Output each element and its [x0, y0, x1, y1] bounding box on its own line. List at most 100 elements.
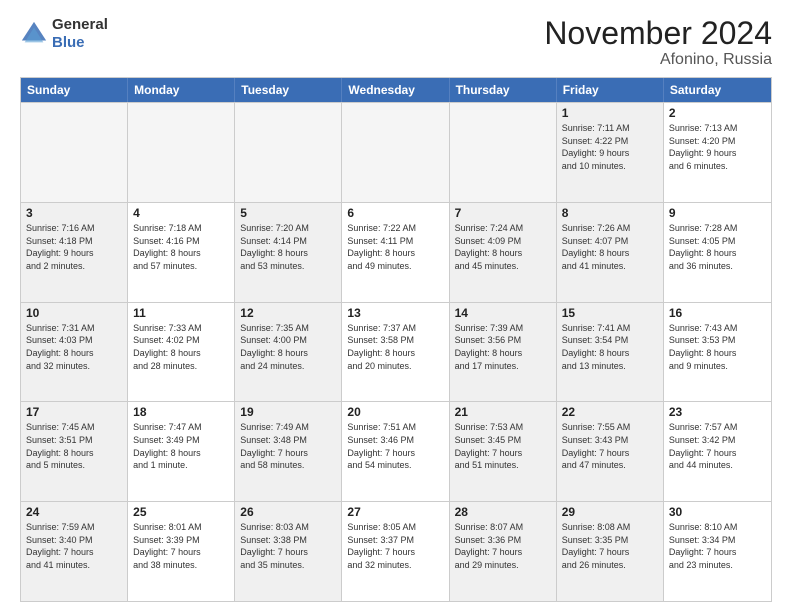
calendar-cell: 23 Sunrise: 7:57 AM Sunset: 3:42 PM Dayli…: [664, 402, 771, 501]
calendar-cell: [21, 103, 128, 202]
calendar-cell: 15Sunrise: 7:41 AM Sunset: 3:54 PM Dayli…: [557, 303, 664, 402]
day-number: 13: [347, 306, 443, 320]
calendar-cell: 28 Sunrise: 8:07 AM Sunset: 3:36 PM Dayli…: [450, 502, 557, 601]
calendar-header-cell: Saturday: [664, 78, 771, 102]
day-number: 4: [133, 206, 229, 220]
cell-info: Sunrise: 7:33 AM Sunset: 4:02 PM Dayligh…: [133, 322, 229, 372]
cell-info: Sunrise: 7:24 AM Sunset: 4:09 PM Dayligh…: [455, 222, 551, 272]
calendar-header-cell: Monday: [128, 78, 235, 102]
calendar-row: 3 Sunrise: 7:16 AM Sunset: 4:18 PM Daylig…: [21, 202, 771, 302]
calendar-header-cell: Wednesday: [342, 78, 449, 102]
header: General Blue November 2024 Afonino, Russ…: [20, 16, 772, 69]
calendar-cell: 5 Sunrise: 7:20 AM Sunset: 4:14 PM Daylig…: [235, 203, 342, 302]
cell-info: Sunrise: 8:08 AM Sunset: 3:35 PM Dayligh…: [562, 521, 658, 571]
day-number: 20: [347, 405, 443, 419]
day-number: 25: [133, 505, 229, 519]
cell-info: Sunrise: 7:49 AM Sunset: 3:48 PM Dayligh…: [240, 421, 336, 471]
calendar-cell: [235, 103, 342, 202]
calendar-row: 1 Sunrise: 7:11 AM Sunset: 4:22 PM Daylig…: [21, 102, 771, 202]
calendar-header: SundayMondayTuesdayWednesdayThursdayFrid…: [21, 78, 771, 102]
calendar-cell: [342, 103, 449, 202]
cell-info: Sunrise: 7:18 AM Sunset: 4:16 PM Dayligh…: [133, 222, 229, 272]
day-number: 6: [347, 206, 443, 220]
calendar-cell: 17 Sunrise: 7:45 AM Sunset: 3:51 PM Dayli…: [21, 402, 128, 501]
cell-info: Sunrise: 8:07 AM Sunset: 3:36 PM Dayligh…: [455, 521, 551, 571]
subtitle: Afonino, Russia: [544, 51, 772, 69]
calendar-cell: 24 Sunrise: 7:59 AM Sunset: 3:40 PM Dayli…: [21, 502, 128, 601]
cell-info: Sunrise: 8:01 AM Sunset: 3:39 PM Dayligh…: [133, 521, 229, 571]
main-title: November 2024: [544, 16, 772, 51]
calendar-row: 10 Sunrise: 7:31 AM Sunset: 4:03 PM Dayli…: [21, 302, 771, 402]
day-number: 9: [669, 206, 766, 220]
calendar-cell: [450, 103, 557, 202]
calendar-cell: 1 Sunrise: 7:11 AM Sunset: 4:22 PM Daylig…: [557, 103, 664, 202]
cell-info: Sunrise: 7:35 AM Sunset: 4:00 PM Dayligh…: [240, 322, 336, 372]
day-number: 2: [669, 106, 766, 120]
calendar-cell: 2Sunrise: 7:13 AM Sunset: 4:20 PM Daylig…: [664, 103, 771, 202]
cell-info: Sunrise: 8:03 AM Sunset: 3:38 PM Dayligh…: [240, 521, 336, 571]
calendar: SundayMondayTuesdayWednesdayThursdayFrid…: [20, 77, 772, 602]
day-number: 24: [26, 505, 122, 519]
day-number: 28: [455, 505, 551, 519]
day-number: 1: [562, 106, 658, 120]
cell-info: Sunrise: 7:51 AM Sunset: 3:46 PM Dayligh…: [347, 421, 443, 471]
page: General Blue November 2024 Afonino, Russ…: [0, 0, 792, 612]
calendar-header-cell: Tuesday: [235, 78, 342, 102]
cell-info: Sunrise: 7:22 AM Sunset: 4:11 PM Dayligh…: [347, 222, 443, 272]
day-number: 12: [240, 306, 336, 320]
calendar-cell: 6 Sunrise: 7:22 AM Sunset: 4:11 PM Daylig…: [342, 203, 449, 302]
cell-info: Sunrise: 7:45 AM Sunset: 3:51 PM Dayligh…: [26, 421, 122, 471]
calendar-cell: 4 Sunrise: 7:18 AM Sunset: 4:16 PM Daylig…: [128, 203, 235, 302]
calendar-cell: 20 Sunrise: 7:51 AM Sunset: 3:46 PM Dayli…: [342, 402, 449, 501]
cell-info: Sunrise: 7:31 AM Sunset: 4:03 PM Dayligh…: [26, 322, 122, 372]
calendar-cell: 29 Sunrise: 8:08 AM Sunset: 3:35 PM Dayli…: [557, 502, 664, 601]
calendar-cell: 16Sunrise: 7:43 AM Sunset: 3:53 PM Dayli…: [664, 303, 771, 402]
calendar-cell: 11 Sunrise: 7:33 AM Sunset: 4:02 PM Dayli…: [128, 303, 235, 402]
calendar-cell: 18 Sunrise: 7:47 AM Sunset: 3:49 PM Dayli…: [128, 402, 235, 501]
logo-text: General Blue: [52, 16, 108, 52]
cell-info: Sunrise: 7:39 AM Sunset: 3:56 PM Dayligh…: [455, 322, 551, 372]
day-number: 8: [562, 206, 658, 220]
cell-info: Sunrise: 8:05 AM Sunset: 3:37 PM Dayligh…: [347, 521, 443, 571]
calendar-header-cell: Friday: [557, 78, 664, 102]
calendar-cell: 14Sunrise: 7:39 AM Sunset: 3:56 PM Dayli…: [450, 303, 557, 402]
day-number: 29: [562, 505, 658, 519]
day-number: 3: [26, 206, 122, 220]
calendar-row: 17 Sunrise: 7:45 AM Sunset: 3:51 PM Dayli…: [21, 401, 771, 501]
day-number: 21: [455, 405, 551, 419]
calendar-cell: 12 Sunrise: 7:35 AM Sunset: 4:00 PM Dayli…: [235, 303, 342, 402]
day-number: 30: [669, 505, 766, 519]
calendar-cell: 22 Sunrise: 7:55 AM Sunset: 3:43 PM Dayli…: [557, 402, 664, 501]
cell-info: Sunrise: 7:16 AM Sunset: 4:18 PM Dayligh…: [26, 222, 122, 272]
logo: General Blue: [20, 16, 108, 52]
cell-info: Sunrise: 7:20 AM Sunset: 4:14 PM Dayligh…: [240, 222, 336, 272]
cell-info: Sunrise: 7:53 AM Sunset: 3:45 PM Dayligh…: [455, 421, 551, 471]
calendar-cell: 21 Sunrise: 7:53 AM Sunset: 3:45 PM Dayli…: [450, 402, 557, 501]
day-number: 26: [240, 505, 336, 519]
day-number: 18: [133, 405, 229, 419]
cell-info: Sunrise: 8:10 AM Sunset: 3:34 PM Dayligh…: [669, 521, 766, 571]
cell-info: Sunrise: 7:11 AM Sunset: 4:22 PM Dayligh…: [562, 122, 658, 172]
calendar-cell: 30 Sunrise: 8:10 AM Sunset: 3:34 PM Dayli…: [664, 502, 771, 601]
title-block: November 2024 Afonino, Russia: [544, 16, 772, 69]
day-number: 5: [240, 206, 336, 220]
cell-info: Sunrise: 7:26 AM Sunset: 4:07 PM Dayligh…: [562, 222, 658, 272]
day-number: 23: [669, 405, 766, 419]
calendar-cell: 9 Sunrise: 7:28 AM Sunset: 4:05 PM Daylig…: [664, 203, 771, 302]
calendar-cell: 25 Sunrise: 8:01 AM Sunset: 3:39 PM Dayli…: [128, 502, 235, 601]
day-number: 19: [240, 405, 336, 419]
cell-info: Sunrise: 7:55 AM Sunset: 3:43 PM Dayligh…: [562, 421, 658, 471]
cell-info: Sunrise: 7:47 AM Sunset: 3:49 PM Dayligh…: [133, 421, 229, 471]
cell-info: Sunrise: 7:59 AM Sunset: 3:40 PM Dayligh…: [26, 521, 122, 571]
calendar-cell: 27 Sunrise: 8:05 AM Sunset: 3:37 PM Dayli…: [342, 502, 449, 601]
calendar-cell: 3 Sunrise: 7:16 AM Sunset: 4:18 PM Daylig…: [21, 203, 128, 302]
cell-info: Sunrise: 7:28 AM Sunset: 4:05 PM Dayligh…: [669, 222, 766, 272]
day-number: 17: [26, 405, 122, 419]
cell-info: Sunrise: 7:43 AM Sunset: 3:53 PM Dayligh…: [669, 322, 766, 372]
day-number: 22: [562, 405, 658, 419]
day-number: 10: [26, 306, 122, 320]
day-number: 11: [133, 306, 229, 320]
cell-info: Sunrise: 7:37 AM Sunset: 3:58 PM Dayligh…: [347, 322, 443, 372]
day-number: 27: [347, 505, 443, 519]
cell-info: Sunrise: 7:57 AM Sunset: 3:42 PM Dayligh…: [669, 421, 766, 471]
